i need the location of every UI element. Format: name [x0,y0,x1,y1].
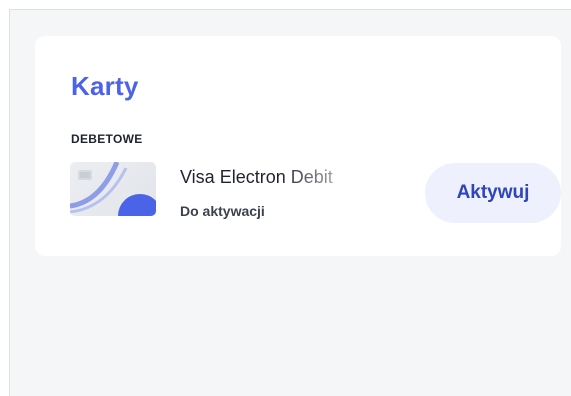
card-status: Do aktywacji [180,203,265,219]
section-label-debit: DEBETOWE [71,132,143,146]
cards-panel: Karty DEBETOWE Visa Electron Debit Do ak… [35,36,561,256]
activate-button[interactable]: Aktywuj [425,163,561,223]
card-thumbnail-icon [70,162,156,216]
panel-title: Karty [71,71,139,101]
card-name: Visa Electron Debit [180,167,333,187]
card-list-item[interactable]: Visa Electron Debit Do aktywacji Aktywuj [70,162,561,224]
